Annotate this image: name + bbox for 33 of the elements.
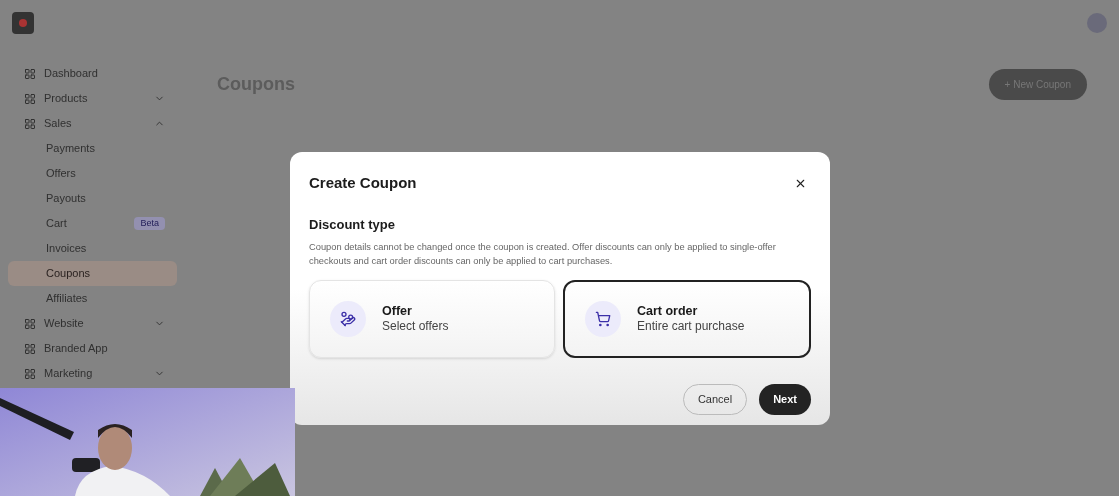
sidebar-item[interactable]: Payments: [8, 136, 177, 161]
sidebar-item[interactable]: Sales: [8, 111, 177, 136]
menu-item-icon: [24, 67, 36, 80]
discount-option[interactable]: Cart order Entire cart purchase: [563, 280, 811, 358]
sidebar-item[interactable]: Coupons: [8, 261, 177, 286]
menu-item-icon: [24, 117, 36, 130]
sidebar-item[interactable]: Dashboard: [8, 61, 177, 86]
sidebar-item[interactable]: Cart Beta: [8, 211, 177, 236]
beta-badge: Beta: [134, 216, 165, 231]
sidebar-item[interactable]: Invoices: [8, 236, 177, 261]
next-button[interactable]: Next: [759, 384, 811, 415]
option-subtitle: Entire cart purchase: [637, 319, 745, 335]
menu-item-icon: [24, 342, 36, 355]
logo-icon: [12, 11, 34, 34]
description: Coupon details cannot be changed once the coupon is created. Offer discounts can only be applied to single-offer checkouts and cart order discounts can only be applied to cart purchases.: [309, 241, 777, 268]
menu-item-icon: [24, 317, 36, 330]
sidebar-item[interactable]: Offers: [8, 161, 177, 186]
sidebar-item[interactable]: Affiliates: [8, 286, 177, 311]
option-subtitle: Select offers: [382, 319, 449, 335]
option-icon: [585, 301, 621, 337]
dialog-title: Create Coupon: [309, 173, 417, 193]
option-title: Cart order: [637, 303, 699, 320]
option-icon: [330, 301, 366, 337]
sidebar-item[interactable]: Marketing: [8, 361, 177, 386]
menu-item-icon: [24, 92, 36, 105]
sidebar-item[interactable]: Products: [8, 86, 177, 111]
menu-item-icon: [24, 367, 36, 380]
sidebar-item[interactable]: Branded App: [8, 336, 177, 361]
discount-option[interactable]: Offer Select offers: [309, 280, 555, 358]
sidebar-item[interactable]: Website: [8, 311, 177, 336]
sidebar-item[interactable]: Payouts: [8, 186, 177, 211]
option-title: Offer: [382, 303, 413, 320]
section-title: Discount type: [309, 215, 396, 234]
